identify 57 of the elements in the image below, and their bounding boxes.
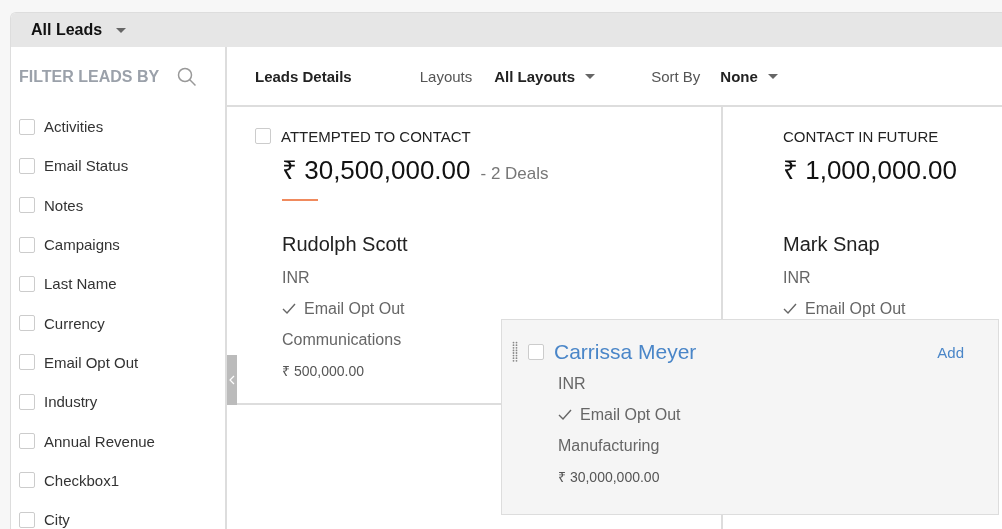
checkbox[interactable] <box>528 344 544 360</box>
checkbox[interactable] <box>19 393 35 410</box>
lead-name[interactable]: Rudolph Scott <box>282 233 408 256</box>
add-link[interactable]: Add <box>937 343 964 361</box>
filter-option[interactable]: Last Name <box>19 264 225 304</box>
industry-text: Manufacturing <box>558 435 660 456</box>
view-selector[interactable]: All Leads <box>31 21 127 39</box>
checkbox[interactable] <box>19 315 35 332</box>
chevron-left-icon <box>229 375 235 385</box>
sort-dropdown[interactable]: None <box>720 67 778 85</box>
filter-option[interactable]: Currency <box>19 303 225 343</box>
checkbox[interactable] <box>19 157 35 174</box>
filter-option[interactable]: Checkbox1 <box>19 460 225 500</box>
lead-name[interactable]: Mark Snap <box>783 233 880 256</box>
stage-title: ATTEMPTED TO CONTACT <box>281 127 471 145</box>
filter-option[interactable]: City <box>19 499 225 529</box>
checkbox[interactable] <box>19 472 35 489</box>
caret-icon <box>585 73 596 79</box>
filter-option[interactable]: Activities <box>19 107 225 147</box>
layouts-label: Layouts <box>419 67 473 85</box>
filter-option[interactable]: Annual Revenue <box>19 421 225 461</box>
stage-total: ₹ 30,500,000.00 <box>282 154 471 187</box>
currency-text: INR <box>558 373 586 394</box>
dragged-lead-card[interactable]: Carrissa Meyer Add INR Email Opt Out Manufacturing ₹ 30,000,000.00 <box>501 319 999 515</box>
checkbox[interactable] <box>19 236 35 253</box>
checkbox[interactable] <box>19 354 35 371</box>
industry-text: Communications <box>282 329 402 350</box>
search-icon[interactable] <box>177 67 198 87</box>
opt-out-text: Email Opt Out <box>580 405 681 424</box>
filter-option[interactable]: Campaigns <box>19 224 225 265</box>
stage-title: CONTACT IN FUTURE <box>783 127 939 145</box>
drag-handle-icon[interactable] <box>512 341 518 363</box>
checkbox[interactable] <box>19 197 35 214</box>
opt-out-text: Email Opt Out <box>304 299 405 318</box>
filter-option[interactable]: Email Opt Out <box>19 342 225 383</box>
currency-text: INR <box>783 267 811 288</box>
layouts-dropdown[interactable]: All Layouts <box>494 67 596 85</box>
checkbox[interactable] <box>255 128 271 144</box>
sort-label: Sort By <box>651 67 701 85</box>
filter-option[interactable]: Notes <box>19 185 225 225</box>
revenue-text: ₹ 500,000.00 <box>282 362 364 380</box>
revenue-text: ₹ 30,000,000.00 <box>558 468 660 486</box>
filter-option[interactable]: Industry <box>19 382 225 422</box>
checkbox[interactable] <box>19 275 35 292</box>
currency-text: INR <box>282 267 310 288</box>
filter-option[interactable]: Email Status <box>19 146 225 186</box>
filter-title: FILTER LEADS BY <box>19 68 160 86</box>
checkbox[interactable] <box>19 118 35 135</box>
checkbox[interactable] <box>19 511 35 528</box>
page-title: Leads Details <box>255 67 352 85</box>
stage-total: ₹ 1,000,000.00 <box>783 154 958 187</box>
caret-icon <box>767 73 778 79</box>
collapse-handle[interactable] <box>227 355 237 405</box>
checkbox[interactable] <box>19 433 35 449</box>
deal-count: - 2 Deals <box>480 164 549 184</box>
caret-icon <box>116 27 127 33</box>
opt-out-text: Email Opt Out <box>805 299 906 318</box>
